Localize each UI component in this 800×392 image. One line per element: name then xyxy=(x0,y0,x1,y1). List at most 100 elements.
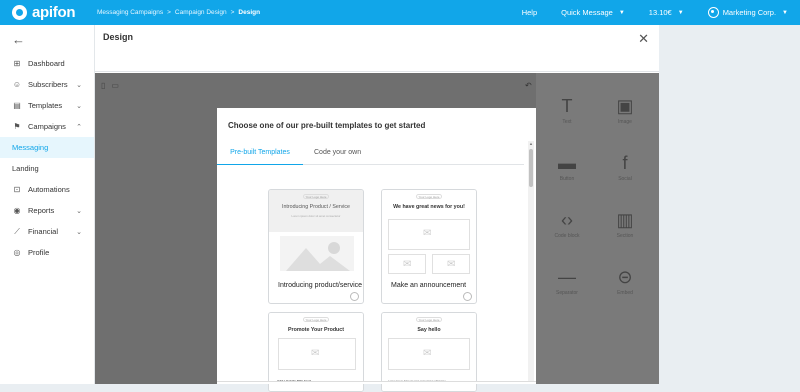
breadcrumb-separator: > xyxy=(230,9,235,16)
template-radio[interactable] xyxy=(463,292,472,301)
breadcrumb-item[interactable]: Campaign Design xyxy=(175,9,227,16)
quick-message-menu[interactable]: Quick Message ▼ xyxy=(549,0,637,25)
sidebar-item-automations[interactable]: ⊡ Automations xyxy=(0,179,94,200)
separator-block-icon: — xyxy=(558,267,576,287)
sidebar-item-label: Dashboard xyxy=(28,59,65,68)
preview-image: ✉ xyxy=(388,254,426,274)
mobile-view-icon[interactable]: ▯ xyxy=(101,81,105,90)
balance-menu[interactable]: 13.10€ ▼ xyxy=(637,0,696,25)
preview-heading: Promote Your Product xyxy=(287,327,344,333)
block-code[interactable]: ‹› Code block xyxy=(539,209,595,239)
breadcrumb-current: Design xyxy=(238,9,261,16)
preview-logo: Your Logo Here xyxy=(416,194,442,199)
modal-title: Choose one of our pre-built templates to… xyxy=(228,121,426,130)
account-icon xyxy=(707,7,719,18)
sidebar-item-label: Automations xyxy=(28,185,70,194)
sidebar-item-campaigns[interactable]: ⚑ Campaigns ⌃ xyxy=(0,116,94,137)
chevron-up-icon: ⌃ xyxy=(76,123,82,131)
block-label: Embed xyxy=(617,290,633,296)
block-section[interactable]: ▥ Section xyxy=(597,209,653,239)
sidebar-item-label: Landing xyxy=(12,164,39,173)
block-label: Button xyxy=(559,176,575,182)
block-button[interactable]: ▬ Button xyxy=(539,152,595,182)
sidebar-item-label: Profile xyxy=(28,248,50,257)
sidebar-item-profile[interactable]: ◎ Profile xyxy=(0,242,94,263)
block-image[interactable]: ▣ Image xyxy=(597,95,653,125)
sidebar-item-landing[interactable]: Landing xyxy=(0,158,94,179)
back-arrow-icon[interactable]: ← xyxy=(0,25,94,53)
preview-image: ✉ xyxy=(278,338,356,370)
sidebar-item-dashboard[interactable]: ⊞ Dashboard xyxy=(0,53,94,74)
sidebar-item-financial[interactable]: ⟋ Financial ⌄ xyxy=(0,221,94,242)
page-background xyxy=(659,25,800,384)
breadcrumb-item[interactable]: Messaging Campaigns xyxy=(97,9,163,16)
modal-scrollbar[interactable]: ▲ xyxy=(528,141,534,384)
account-menu[interactable]: Marketing Corp. ▼ xyxy=(696,0,800,25)
template-card-announcement[interactable]: Your Logo Here We have great news for yo… xyxy=(381,189,477,304)
section-block-icon: ▥ xyxy=(616,210,634,230)
preview-subtext: Lorem ipsum dolor sit amet consectetur xyxy=(291,214,341,218)
image-placeholder-icon: ✉ xyxy=(311,348,320,359)
chevron-down-icon: ⌄ xyxy=(76,81,82,89)
template-radio[interactable] xyxy=(350,292,359,301)
content-blocks-panel: T Text ▣ Image ▬ Button f Social ‹› Code bloc… xyxy=(536,73,659,384)
template-card-introducing[interactable]: Your Logo Here Introducing Product / Ser… xyxy=(268,189,364,304)
close-icon[interactable]: ✕ xyxy=(638,32,649,45)
chevron-down-icon: ▼ xyxy=(782,9,788,16)
tab-code-your-own[interactable]: Code your own xyxy=(314,149,361,165)
chevron-down-icon: ⌄ xyxy=(76,207,82,215)
block-social[interactable]: f Social xyxy=(597,152,653,182)
apifon-logo[interactable]: apifon xyxy=(12,4,94,21)
template-card-say-hello[interactable]: Your Logo Here Say hello ✉ Lorem ipsum d… xyxy=(381,312,477,392)
sidebar-item-label: Messaging xyxy=(12,143,49,152)
help-label: Help xyxy=(521,8,538,17)
social-block-icon: f xyxy=(622,153,628,173)
template-preview: Your Logo Here Introducing Product / Ser… xyxy=(269,190,363,232)
help-link[interactable]: Help xyxy=(510,0,549,25)
sidebar-item-subscribers[interactable]: ☺ Subscribers ⌄ xyxy=(0,74,94,95)
image-placeholder-icon: ✉ xyxy=(423,348,432,359)
sidebar: ← ⊞ Dashboard ☺ Subscribers ⌄ ▤ Templates ⌄ ⚑… xyxy=(0,25,95,384)
block-label: Section xyxy=(616,233,634,239)
template-picker-modal: Choose one of our pre-built templates to… xyxy=(217,108,536,392)
preview-heading: We have great news for you! xyxy=(393,204,465,210)
undo-icon[interactable]: ↶ xyxy=(525,81,532,90)
desktop-view-icon[interactable]: ▭ xyxy=(111,81,119,90)
sidebar-item-label: Reports xyxy=(28,206,55,215)
template-label: Make an announcement xyxy=(391,282,467,289)
device-toggle: ▯ ▭ xyxy=(101,81,119,90)
block-embed[interactable]: ⊝ Embed xyxy=(597,266,653,296)
top-bar: apifon Messaging Campaigns > Campaign De… xyxy=(0,0,800,25)
button-block-icon: ▬ xyxy=(558,153,576,173)
image-placeholder-icon: ✉ xyxy=(403,259,412,270)
preview-logo: Your Logo Here xyxy=(416,317,442,322)
scroll-thumb[interactable] xyxy=(529,149,533,187)
block-label: Code block xyxy=(554,233,580,239)
account-label: Marketing Corp. xyxy=(722,8,777,17)
preview-logo: Your Logo Here xyxy=(303,317,329,322)
sidebar-item-reports[interactable]: ◉ Reports ⌄ xyxy=(0,200,94,221)
sidebar-item-messaging[interactable]: Messaging xyxy=(0,137,94,158)
chevron-down-icon: ▼ xyxy=(677,9,684,16)
preview-heading: Introducing Product / Service xyxy=(281,204,350,210)
panel-header: Design ✕ xyxy=(95,25,659,72)
smiley-icon: ☺ xyxy=(12,80,22,89)
sidebar-item-label: Templates xyxy=(28,101,63,110)
template-label: Introducing product/service xyxy=(278,282,363,289)
modal-tabs: Pre-built Templates Code your own xyxy=(217,146,524,165)
block-label: Text xyxy=(562,119,572,125)
tab-pre-built-templates[interactable]: Pre-built Templates xyxy=(217,149,303,165)
sidebar-item-templates[interactable]: ▤ Templates ⌄ xyxy=(0,95,94,116)
scroll-up-icon[interactable]: ▲ xyxy=(528,141,534,146)
reports-icon: ◉ xyxy=(13,206,21,215)
quick-message-label: Quick Message xyxy=(561,8,613,17)
block-separator[interactable]: — Separator xyxy=(539,266,595,296)
text-block-icon: T xyxy=(561,96,573,116)
logo-icon xyxy=(12,5,27,20)
block-text[interactable]: T Text xyxy=(539,95,595,125)
balance-label: 13.10€ xyxy=(648,8,672,17)
page-title: Design xyxy=(103,32,134,42)
image-placeholder-icon: ✉ xyxy=(447,259,456,270)
template-card-promote[interactable]: Your Logo Here Promote Your Product ✉ Ad… xyxy=(268,312,364,392)
preview-image xyxy=(280,236,354,271)
